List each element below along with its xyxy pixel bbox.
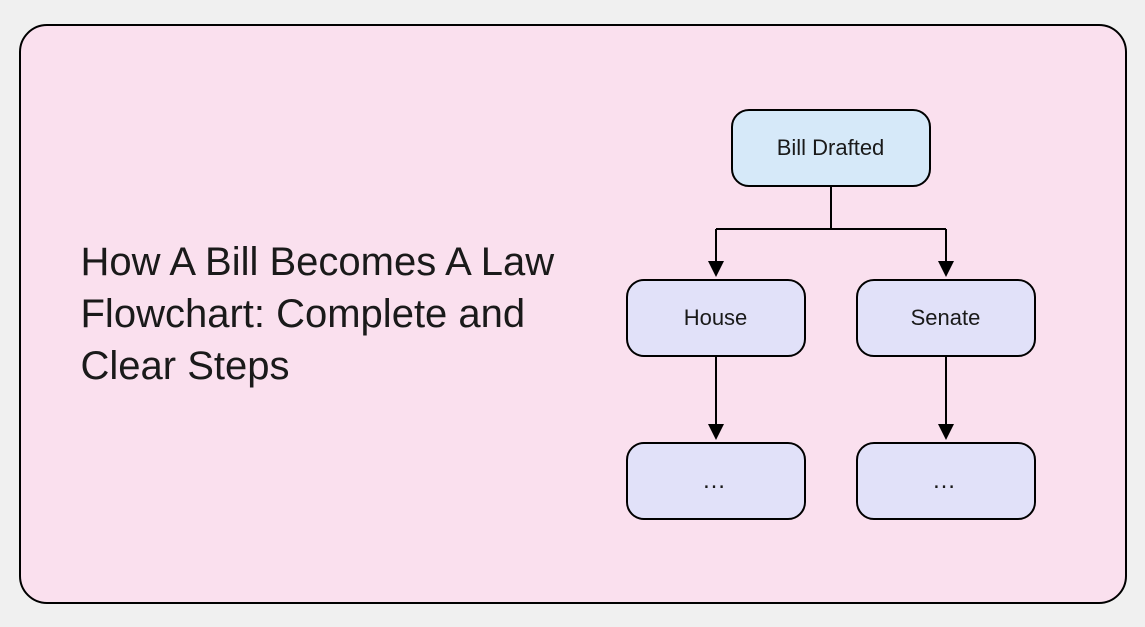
node-house: House [626, 279, 806, 357]
node-senate: Senate [856, 279, 1036, 357]
node-ellipsis-left: … [626, 442, 806, 520]
diagram-card: How A Bill Becomes A Law Flowchart: Comp… [19, 24, 1127, 604]
node-bill-drafted: Bill Drafted [731, 109, 931, 187]
flowchart: Bill Drafted House Senate … … [601, 84, 1061, 544]
node-ellipsis-right: … [856, 442, 1036, 520]
diagram-title: How A Bill Becomes A Law Flowchart: Comp… [81, 236, 601, 392]
